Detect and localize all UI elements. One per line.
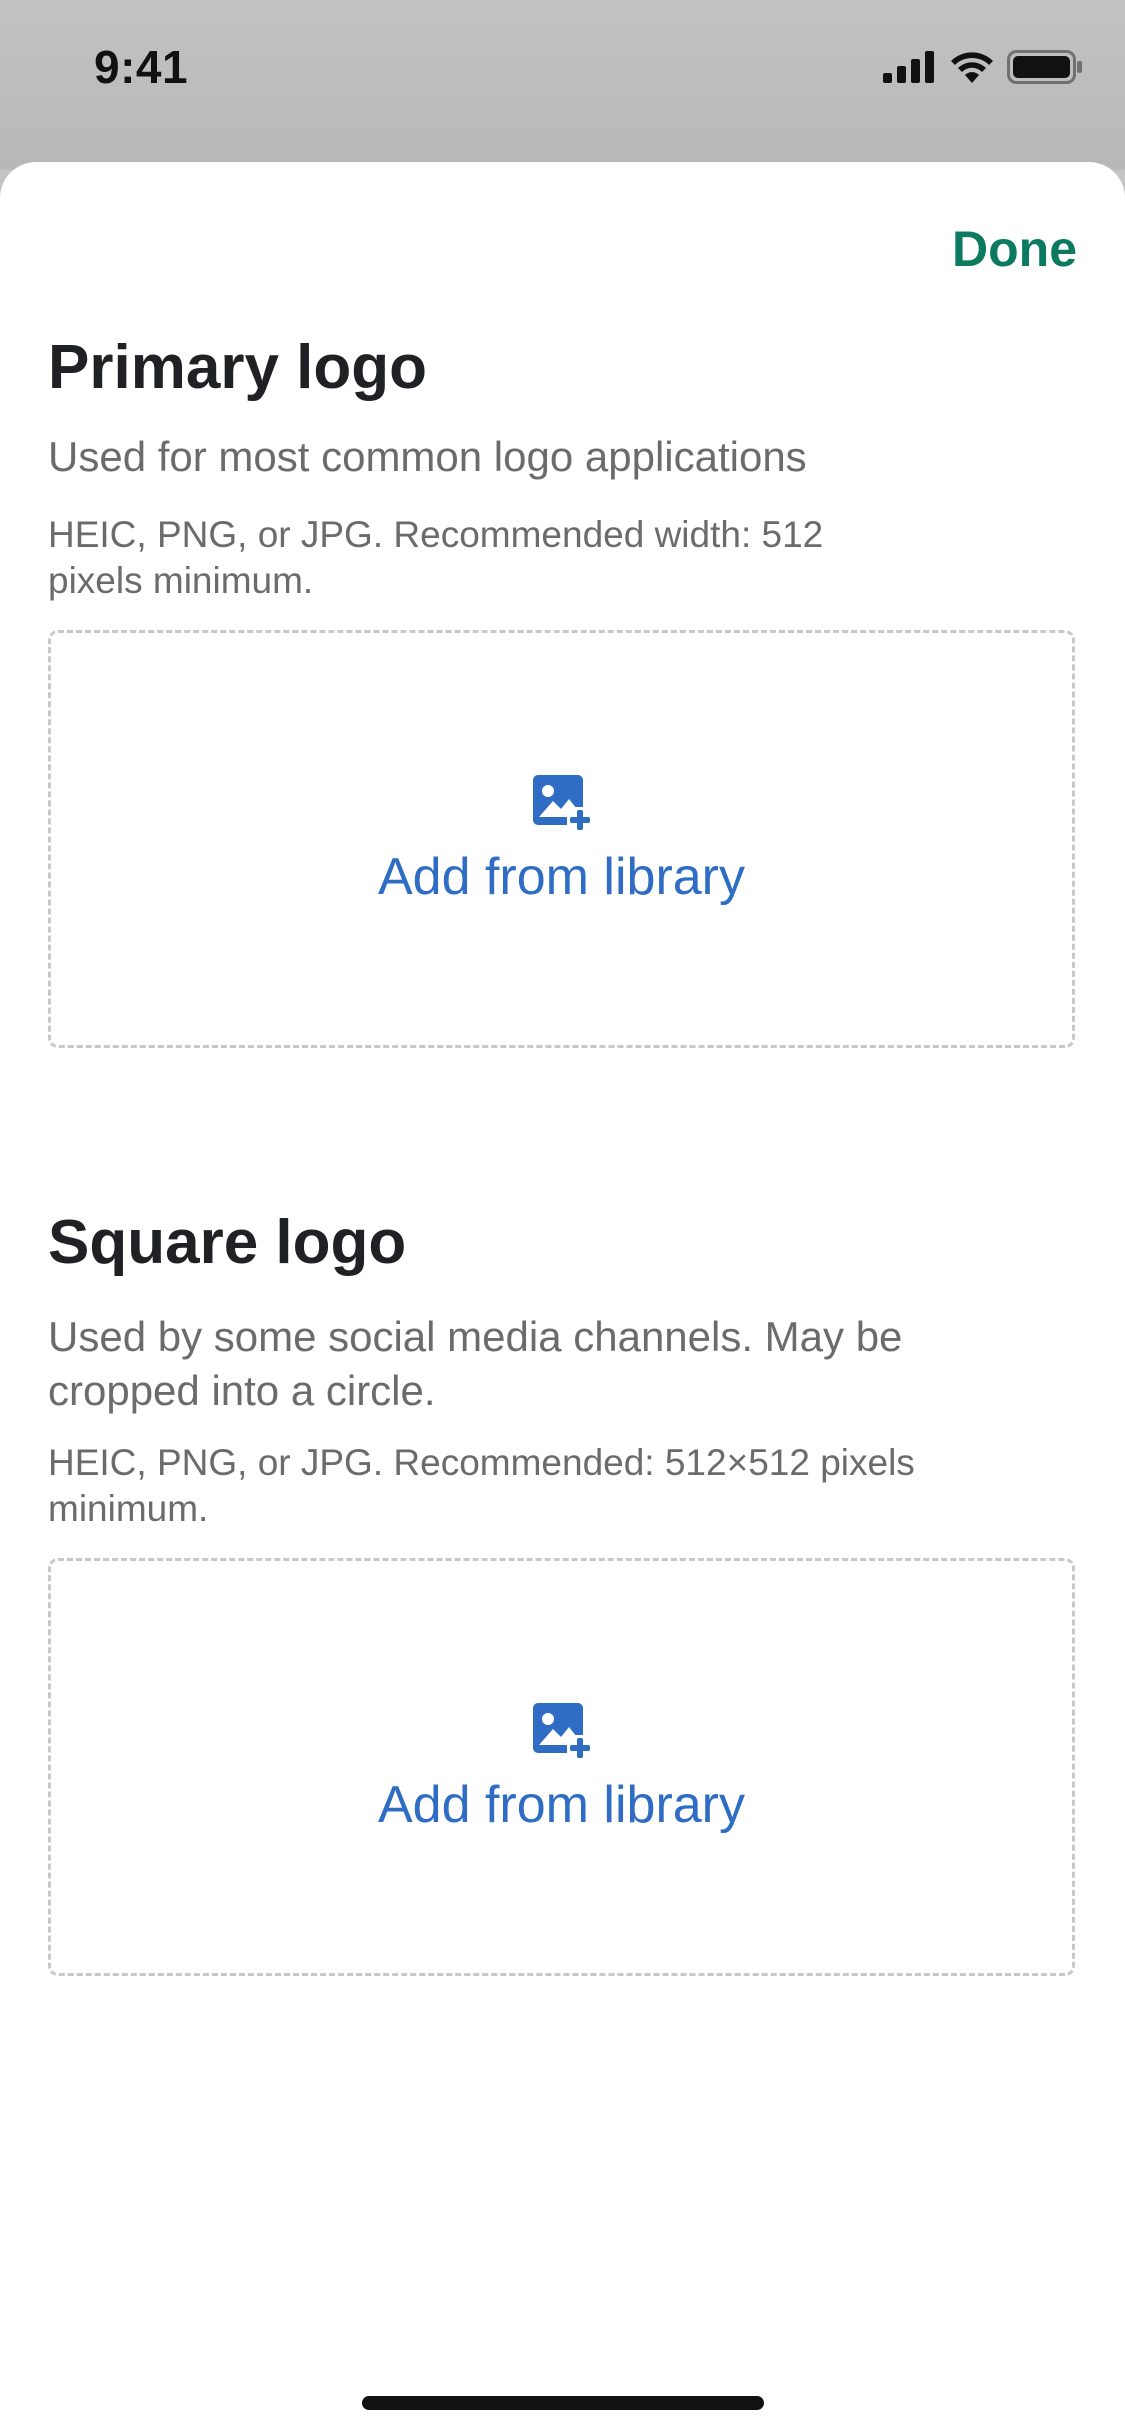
done-button[interactable]: Done xyxy=(952,220,1077,278)
add-from-library-label: Add from library xyxy=(378,1776,745,1834)
home-indicator[interactable] xyxy=(362,2396,764,2410)
primary-logo-title: Primary logo xyxy=(48,333,427,402)
cellular-signal-icon xyxy=(883,51,934,83)
status-time: 9:41 xyxy=(94,41,189,93)
add-photo-icon xyxy=(532,1703,593,1761)
primary-logo-requirements: HEIC, PNG, or JPG. Recommended width: 51… xyxy=(48,514,824,601)
status-icons xyxy=(883,50,1083,84)
wifi-icon xyxy=(951,52,993,83)
square-logo-title: Square logo xyxy=(48,1208,407,1277)
square-logo-add-from-library-button[interactable]: Add from library xyxy=(48,1558,1075,1976)
primary-logo-add-from-library-button[interactable]: Add from library xyxy=(48,630,1075,1048)
square-logo-description: Used by some social media channels. May … xyxy=(48,1313,903,1414)
square-logo-requirements: HEIC, PNG, or JPG. Recommended: 512×512 … xyxy=(48,1442,915,1529)
status-bar: 9:41 xyxy=(0,0,1125,140)
add-from-library-label: Add from library xyxy=(378,848,745,906)
battery-icon xyxy=(1007,50,1082,84)
logo-upload-sheet: Done Primary logo Used for most common l… xyxy=(0,162,1125,2436)
add-photo-icon xyxy=(532,775,593,833)
primary-logo-description: Used for most common logo applications xyxy=(48,433,807,480)
